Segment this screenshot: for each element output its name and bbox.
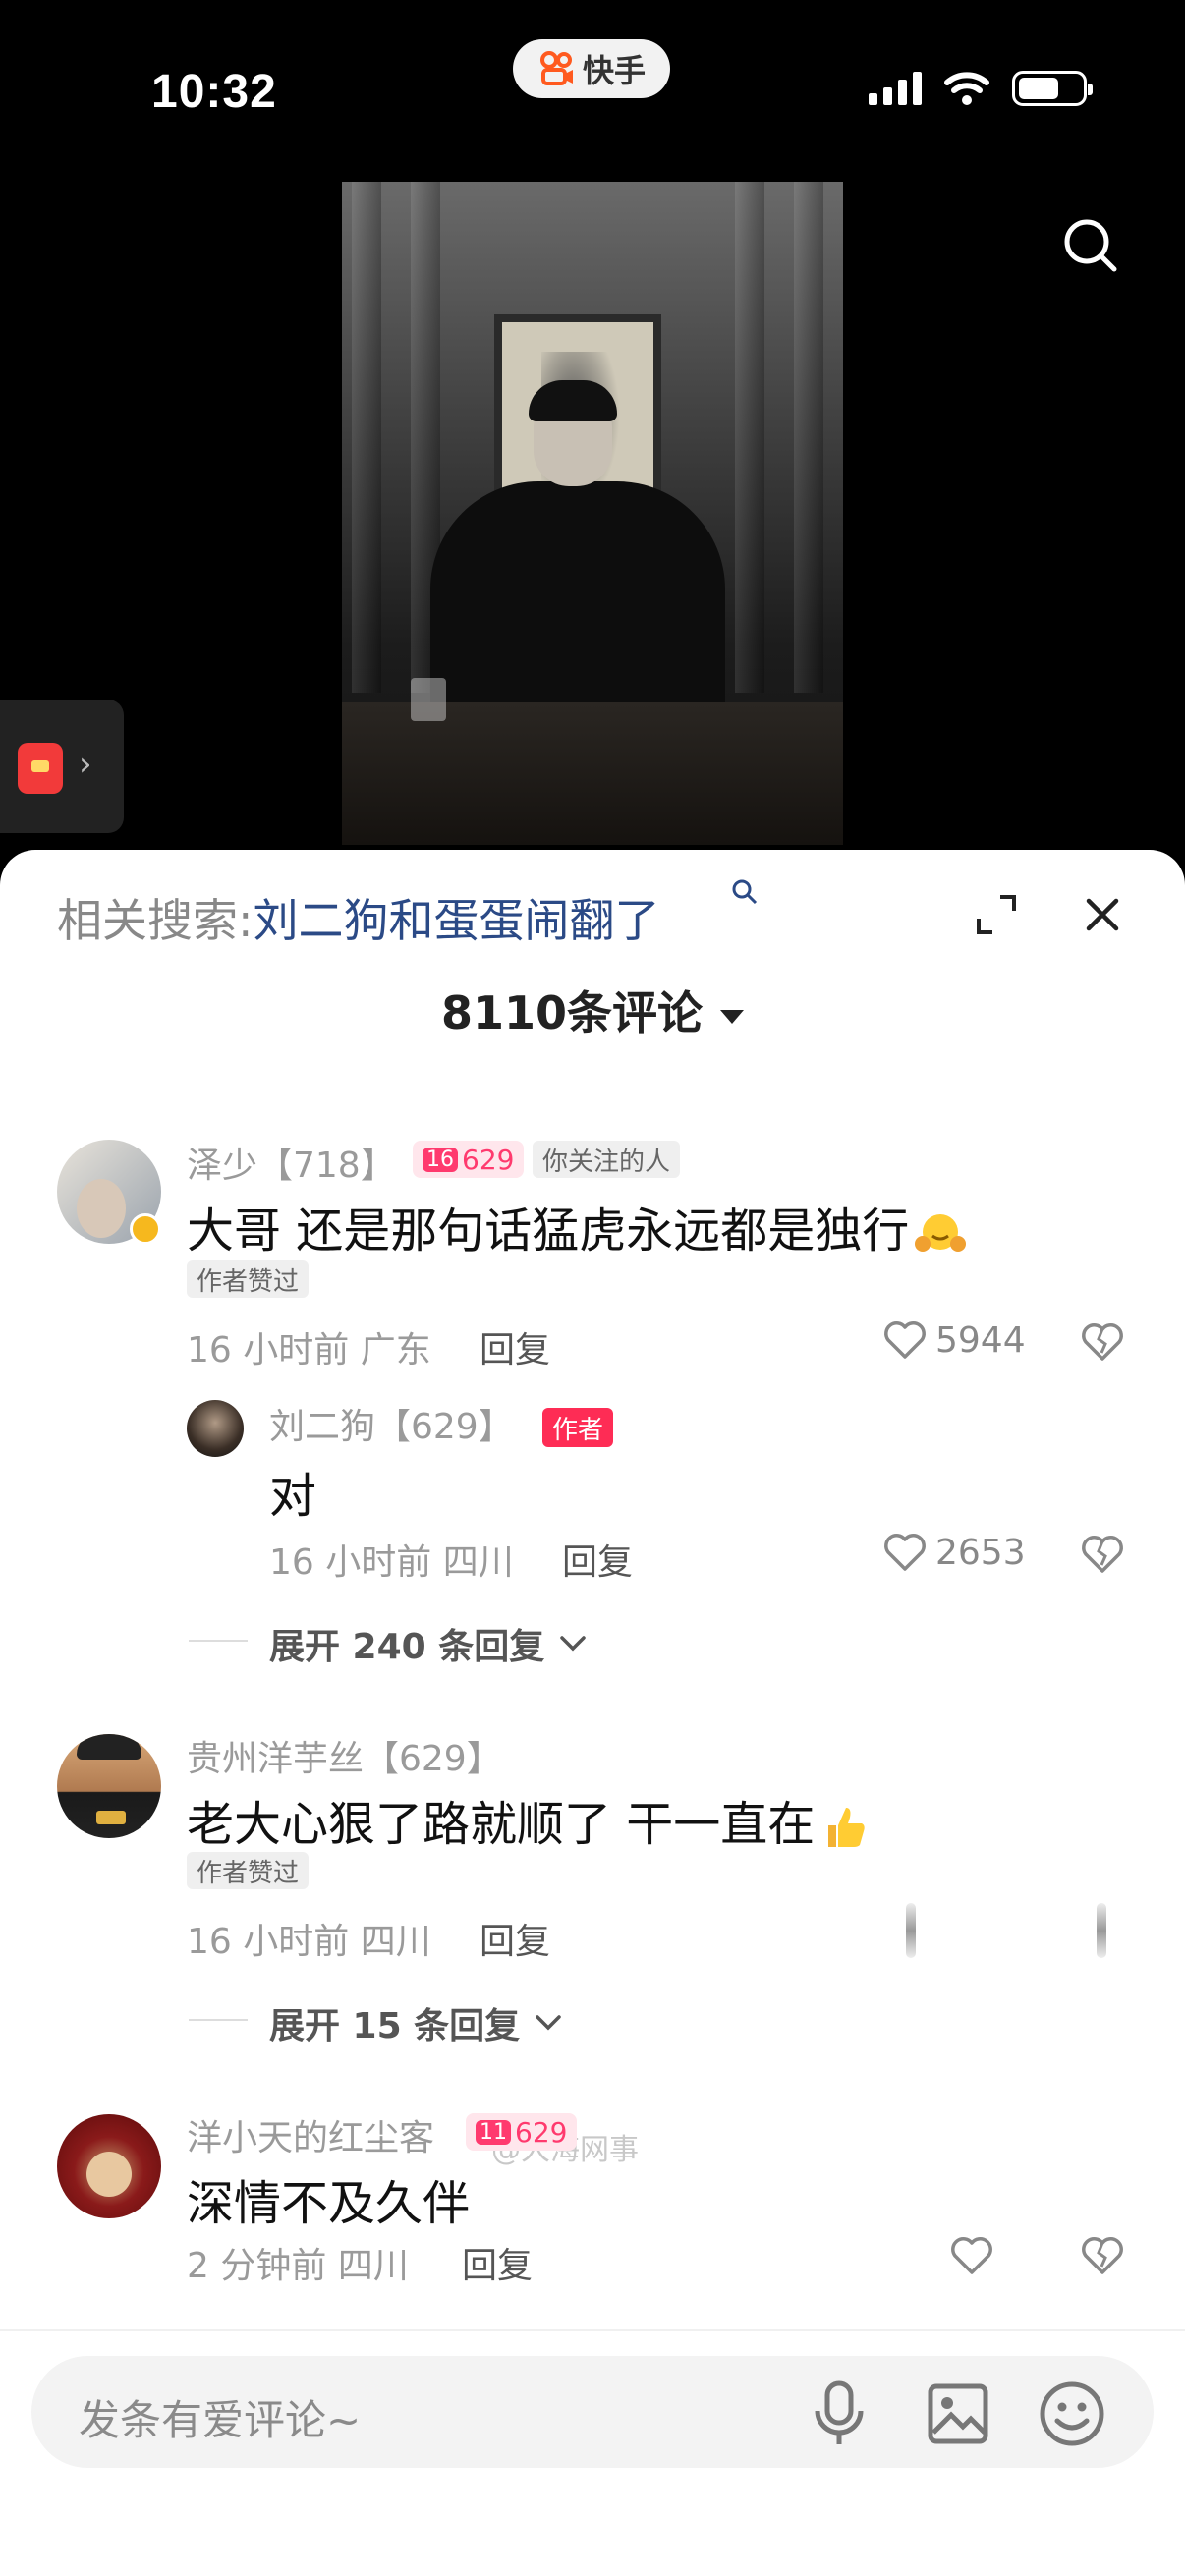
image-icon[interactable] [926,2381,990,2446]
like-button[interactable]: 5944 [882,1319,1026,1361]
comment-time: 2 分钟前 [187,2246,327,2286]
comment-input-bar[interactable]: 发条有爱评论~ [31,2356,1154,2468]
comment-location: 四川 [360,1922,431,1962]
heart-icon [884,1321,926,1359]
search-small-icon [732,879,758,905]
kuaishou-logo-icon [539,51,573,85]
like-count: 2653 [935,1532,1026,1573]
fan-badge-label: 629 [515,2115,568,2149]
comment-text: 大哥 还是那句话猛虎永远都是独行 [187,1192,967,1260]
author-tag: 作者 [542,1408,614,1447]
fan-badge-level: 16 [423,1147,458,1172]
dislike-heart-icon[interactable] [1079,1319,1126,1363]
comment-text: 老大心狠了路就顺了 干一直在 [187,1785,872,1854]
comment-text-content: 老大心狠了路就顺了 干一直在 [187,1797,816,1852]
search-icon[interactable] [1059,214,1122,277]
chevron-down-icon [536,2015,561,2031]
fan-badge-level: 11 [476,2119,511,2145]
heart-icon [884,1534,926,1571]
avatar[interactable] [57,2114,161,2218]
red-packet-button[interactable]: › [0,700,124,833]
status-bar: 10:32 快手 [0,0,1185,187]
like-button-loading[interactable] [906,1903,916,1958]
dislike-heart-icon[interactable] [1079,1532,1126,1575]
author-liked-tag: 作者赞过 [187,1260,310,1298]
close-icon[interactable] [1081,893,1124,936]
reply-button[interactable]: 回复 [480,1321,550,1372]
status-icons [869,71,1093,106]
comment-username[interactable]: 泽少【718】 [187,1137,396,1188]
comment-username[interactable]: 刘二狗【629】 [269,1398,514,1449]
expand-icon[interactable] [975,893,1018,936]
following-tag: 你关注的人 [533,1141,681,1178]
heart-icon[interactable] [949,2235,994,2276]
comment-sheet: 相关搜索:刘二狗和蛋蛋闹翻了 8110条评论 泽少【718】 16 629 你关注… [0,850,1185,2576]
hug-emoji-icon [915,1214,967,1252]
comment-meta: 16 小时前 四川 [269,1534,514,1585]
dislike-heart-icon[interactable] [1079,2233,1126,2276]
caret-down-icon [720,1009,745,1024]
fan-badge: 11 629 [466,2113,578,2151]
cellular-signal-icon [869,72,922,105]
like-count: 5944 [935,1319,1026,1361]
reply-button[interactable]: 回复 [562,1534,633,1585]
comment-location: 四川 [337,2246,409,2286]
fan-badge-label: 629 [462,1143,515,1176]
comment-input[interactable]: 发条有爱评论~ [79,2387,361,2447]
app-name: 快手 [582,52,646,89]
video-player[interactable] [342,182,843,845]
reply-button[interactable]: 回复 [480,1913,550,1964]
wifi-icon [944,72,989,105]
author-liked-tag: 作者赞过 [187,1852,310,1889]
expand-replies-button[interactable]: 展开 240 条回复 [189,1618,590,1669]
related-search-keyword[interactable]: 刘二狗和蛋蛋闹翻了 [254,894,660,947]
comment-username[interactable]: 贵州洋芋丝【629】 [187,1730,502,1781]
fan-badge: 16 629 [413,1141,525,1178]
dislike-button-loading[interactable] [1097,1903,1106,1958]
expand-replies-button[interactable]: 展开 15 条回复 [189,1997,565,2048]
verified-badge-icon [130,1213,161,1245]
comment-username[interactable]: 洋小天的红尘客 [187,2109,434,2160]
red-envelope-icon [18,743,63,794]
clock: 10:32 [151,66,277,118]
app-indicator-pill[interactable]: 快手 [513,39,670,98]
avatar[interactable] [57,1734,161,1838]
comment-meta: 16 小时前 四川 [187,1913,431,1964]
thumbs-up-emoji-icon [828,1808,865,1847]
expand-replies-label: 展开 240 条回复 [269,1627,545,1667]
expand-replies-label: 展开 15 条回复 [269,2006,521,2046]
avatar[interactable] [187,1400,244,1457]
like-button[interactable]: 2653 [882,1532,1026,1573]
comment-time: 16 小时前 [269,1542,432,1583]
comment-text: 深情不及久伴 [187,2176,471,2231]
comment-location: 四川 [442,1542,514,1583]
comment-count-sort[interactable]: 8110条评论 [0,978,1185,1042]
comment-location: 广东 [360,1330,431,1371]
microphone-icon[interactable] [808,2380,871,2448]
battery-icon [1012,71,1093,106]
comment-text: 对 [269,1469,317,1524]
related-search-label: 相关搜索: [57,894,254,947]
comment-time: 16 小时前 [187,1922,350,1962]
chevron-down-icon [560,1636,586,1652]
comment-count: 8110条评论 [440,986,704,1039]
related-search[interactable]: 相关搜索:刘二狗和蛋蛋闹翻了 [57,879,758,950]
chevron-right-icon: › [79,745,92,784]
comment-meta: 16 小时前 广东 [187,1321,431,1372]
emoji-icon[interactable] [1038,2380,1106,2448]
comment-text-content: 大哥 还是那句话猛虎永远都是独行 [187,1204,910,1259]
comment-time: 16 小时前 [187,1330,350,1371]
divider [0,2329,1185,2331]
comment-meta: 2 分钟前 四川 [187,2237,409,2288]
reply-button[interactable]: 回复 [462,2237,533,2288]
